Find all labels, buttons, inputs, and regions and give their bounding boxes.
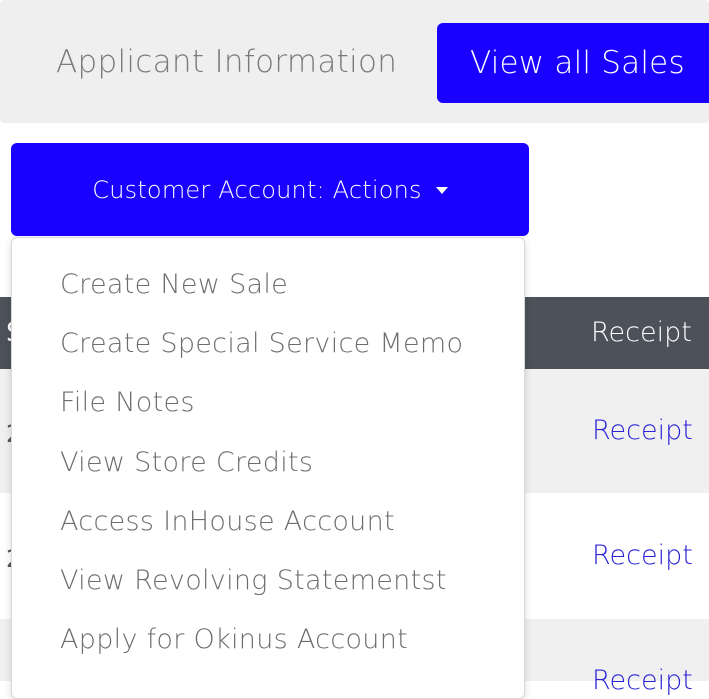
menu-item-view-revolving-statements[interactable]: View Revolving Statementst <box>60 565 447 596</box>
customer-account-actions-button[interactable]: Customer Account: Actions <box>11 143 529 236</box>
tab-applicant-information[interactable]: Applicant Information <box>56 44 397 80</box>
menu-item-create-new-sale[interactable]: Create New Sale <box>60 269 288 300</box>
actions-dropdown-menu: Create New Sale Create Special Service M… <box>11 237 525 699</box>
menu-item-access-inhouse-account[interactable]: Access InHouse Account <box>60 506 395 537</box>
menu-item-file-notes[interactable]: File Notes <box>60 387 195 418</box>
menu-item-create-special-service-memo[interactable]: Create Special Service Memo <box>60 328 463 359</box>
menu-item-apply-okinus-account[interactable]: Apply for Okinus Account <box>60 624 408 655</box>
table-header-receipt: Receipt <box>591 317 692 348</box>
view-all-sales-button[interactable]: View all Sales <box>437 23 709 103</box>
receipt-link[interactable]: Receipt <box>592 415 693 446</box>
actions-button-label: Customer Account: Actions <box>92 175 422 204</box>
caret-down-icon <box>435 187 448 194</box>
menu-item-view-store-credits[interactable]: View Store Credits <box>60 447 313 478</box>
top-nav-bar: Applicant Information View all Sales <box>0 0 709 123</box>
receipt-link[interactable]: Receipt <box>592 540 693 571</box>
